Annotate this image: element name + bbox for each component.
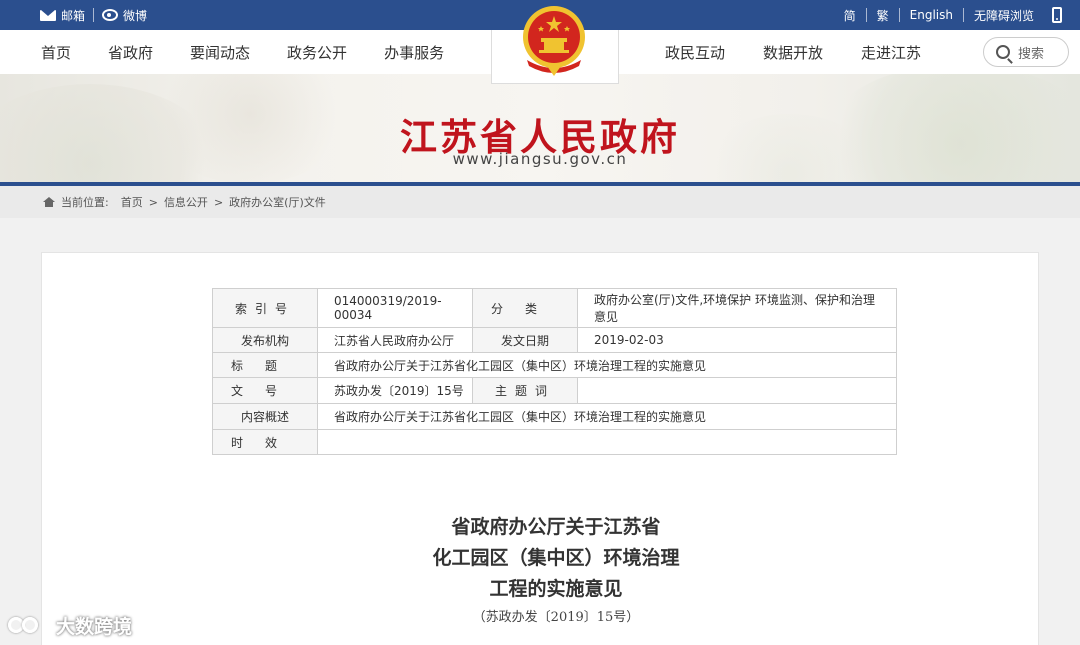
keyword-label: 主题词 <box>472 377 578 404</box>
mobile-icon[interactable] <box>1052 7 1062 23</box>
nav-item-about-jiangsu[interactable]: 走进江苏 <box>861 42 921 63</box>
nav-item-interaction[interactable]: 政民互动 <box>665 42 725 63</box>
watermark-logo-icon <box>8 614 50 636</box>
weibo-label: 微博 <box>123 8 148 23</box>
breadcrumb-item-info-disclosure[interactable]: 信息公开 <box>164 194 208 210</box>
divider <box>962 8 964 22</box>
publisher-value: 江苏省人民政府办公厅 <box>317 327 473 353</box>
nav-item-services[interactable]: 办事服务 <box>384 42 444 63</box>
site-url: www.jiangsu.gov.cn <box>452 150 628 168</box>
search-button[interactable]: 搜索 <box>983 37 1069 67</box>
nav-item-public-affairs[interactable]: 政务公开 <box>287 42 347 63</box>
watermark-text: 大数跨境 <box>56 615 133 638</box>
validity-label: 时效 <box>212 429 318 455</box>
nav-item-open-data[interactable]: 数据开放 <box>763 42 823 63</box>
summary-label: 内容概述 <box>212 403 318 430</box>
weibo-link[interactable]: 微博 <box>102 7 147 24</box>
document-title: 省政府办公厅关于江苏省 化工园区（集中区）环境治理 工程的实施意见 <box>0 512 1080 605</box>
breadcrumb: 当前位置: 首页 > 信息公开 > 政府办公室(厅)文件 <box>0 186 1080 218</box>
accessibility-link[interactable]: 无障碍浏览 <box>974 7 1034 24</box>
keyword-value <box>577 377 897 404</box>
nav-right-group: 政民互动 数据开放 走进江苏 <box>665 30 959 74</box>
table-row: 发布机构 江苏省人民政府办公厅 发文日期 2019-02-03 <box>212 327 897 353</box>
breadcrumb-prefix: 当前位置: <box>61 196 109 209</box>
category-value: 政府办公室(厅)文件,环境保护 环境监测、保护和治理 意见 <box>577 288 897 328</box>
publisher-label: 发布机构 <box>212 327 318 353</box>
divider <box>898 8 900 22</box>
divider <box>865 8 867 22</box>
topbar-left: 邮箱 微博 <box>40 0 147 30</box>
mail-icon <box>40 9 56 21</box>
document-title-line: 工程的实施意见 <box>489 578 623 600</box>
national-emblem-icon <box>523 6 585 76</box>
mail-label: 邮箱 <box>61 8 86 23</box>
breadcrumb-separator: > <box>213 195 224 209</box>
table-row: 内容概述 省政府办公厅关于江苏省化工园区（集中区）环境治理工程的实施意见 <box>212 403 897 430</box>
title-value: 省政府办公厅关于江苏省化工园区（集中区）环境治理工程的实施意见 <box>317 352 897 378</box>
document-number: （苏政办发〔2019〕15号） <box>472 610 640 625</box>
lang-simplified-link[interactable]: 简 <box>844 7 856 24</box>
nav-item-news[interactable]: 要闻动态 <box>190 42 250 63</box>
docno-value: 苏政办发〔2019〕15号 <box>317 377 473 404</box>
breadcrumb-item-home[interactable]: 首页 <box>121 194 143 210</box>
title-label: 标题 <box>212 352 318 378</box>
mail-link[interactable]: 邮箱 <box>40 7 85 24</box>
table-row: 标题 省政府办公厅关于江苏省化工园区（集中区）环境治理工程的实施意见 <box>212 352 897 378</box>
divider <box>93 8 95 22</box>
nav-item-home[interactable]: 首页 <box>41 42 71 63</box>
lang-english-link[interactable]: English <box>910 8 953 22</box>
search-label: 搜索 <box>1018 46 1045 62</box>
validity-value <box>317 429 897 455</box>
category-label: 分类 <box>472 288 578 328</box>
nav-left-group: 首页 省政府 要闻动态 政务公开 办事服务 <box>41 30 481 74</box>
document-metadata-table: 索引号 014000319/2019-00034 分类 政府办公室(厅)文件,环… <box>212 288 897 455</box>
document-title-line: 省政府办公厅关于江苏省 <box>451 516 661 538</box>
date-value: 2019-02-03 <box>577 327 897 353</box>
weibo-icon <box>102 9 119 21</box>
topbar-right: 简 繁 English 无障碍浏览 <box>844 0 1062 30</box>
breadcrumb-separator: > <box>148 195 158 209</box>
date-label: 发文日期 <box>472 327 578 353</box>
index-label: 索引号 <box>212 288 318 328</box>
table-row: 索引号 014000319/2019-00034 分类 政府办公室(厅)文件,环… <box>212 288 897 328</box>
summary-value: 省政府办公厅关于江苏省化工园区（集中区）环境治理工程的实施意见 <box>317 403 897 430</box>
table-row: 文号 苏政办发〔2019〕15号 主题词 <box>212 377 897 404</box>
document-title-line: 化工园区（集中区）环境治理 <box>432 547 680 569</box>
nav-item-government[interactable]: 省政府 <box>108 42 153 63</box>
lang-traditional-link[interactable]: 繁 <box>877 7 889 24</box>
home-icon <box>43 197 55 207</box>
index-value: 014000319/2019-00034 <box>317 288 473 328</box>
docno-label: 文号 <box>212 377 318 404</box>
breadcrumb-item-office-documents[interactable]: 政府办公室(厅)文件 <box>229 194 326 210</box>
table-row: 时效 <box>212 429 897 455</box>
watermark: 大数跨境 <box>8 610 132 640</box>
search-icon <box>996 45 1010 59</box>
